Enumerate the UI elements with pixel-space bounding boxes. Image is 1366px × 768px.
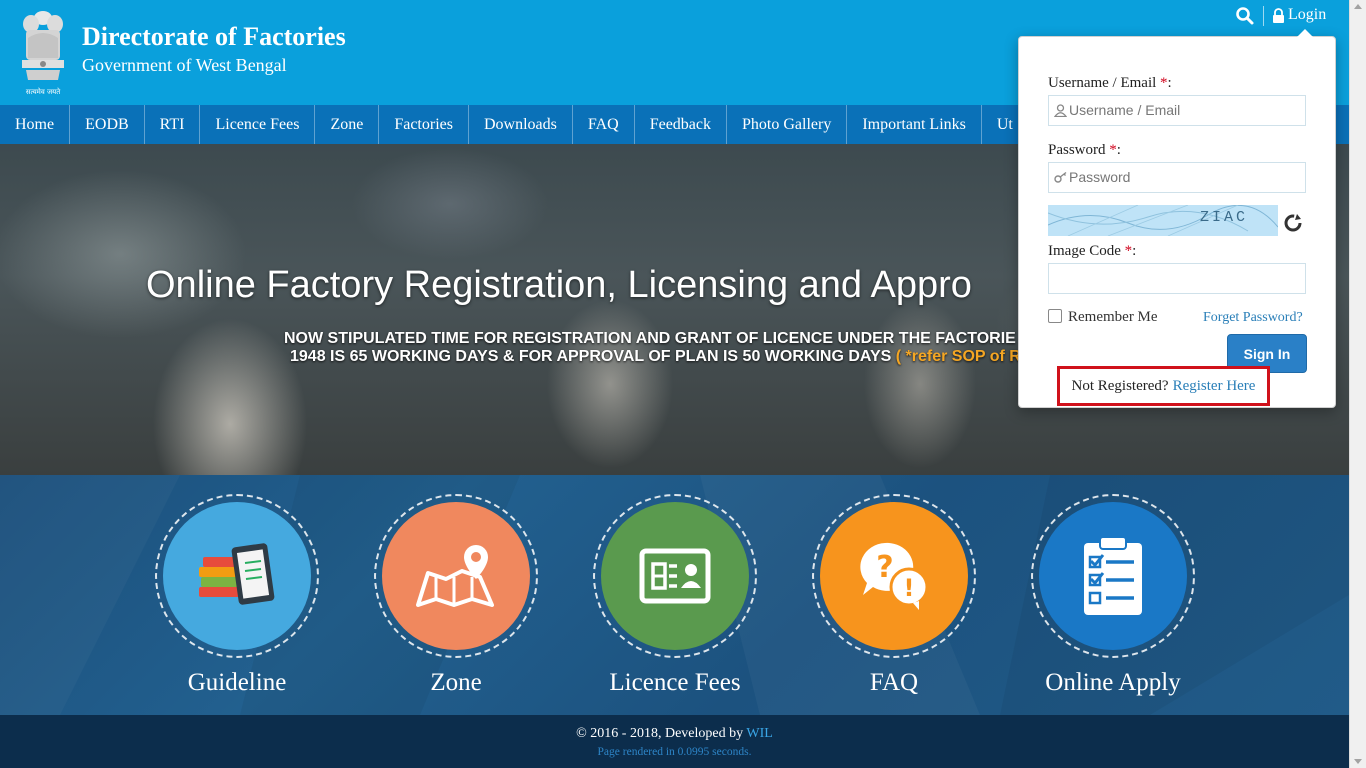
map-pin-icon <box>416 545 494 607</box>
nav-item-rti[interactable]: RTI <box>145 105 201 144</box>
feature-zone[interactable]: Zone <box>374 494 538 697</box>
feature-faq[interactable]: ? ! FAQ <box>812 494 976 697</box>
feature-guideline[interactable]: Guideline <box>155 494 319 697</box>
not-registered-text: Not Registered? <box>1071 377 1169 394</box>
site-title[interactable]: Directorate of Factories <box>82 22 346 52</box>
key-icon <box>1054 171 1067 183</box>
feature-ring <box>374 494 538 658</box>
feature-label: Licence Fees <box>609 669 741 696</box>
feature-label: Online Apply <box>1045 669 1181 696</box>
books-tablet-icon <box>199 543 275 605</box>
hero-notice-text: 1948 IS 65 WORKING DAYS & FOR APPROVAL O… <box>290 348 892 365</box>
copyright-label: © 2016 - 2018, Developed by <box>576 726 744 741</box>
captcha-image: ZIAC <box>1048 205 1278 236</box>
feature-licence-fees[interactable]: Licence Fees <box>593 494 757 697</box>
nav-item-photo-gallery[interactable]: Photo Gallery <box>727 105 848 144</box>
feature-online-apply[interactable]: Online Apply <box>1031 494 1195 697</box>
hero-title: Online Factory Registration, Licensing a… <box>146 264 972 306</box>
nav-item-downloads[interactable]: Downloads <box>469 105 573 144</box>
password-label: Password *: <box>1048 142 1121 158</box>
search-icon[interactable] <box>1235 6 1255 26</box>
licence-fees-circle <box>601 502 749 650</box>
feature-ring: ? ! <box>812 494 976 658</box>
username-field[interactable]: Username / Email <box>1048 95 1306 126</box>
scroll-down-arrow-icon[interactable] <box>1354 759 1362 764</box>
hero-sop-reference[interactable]: ( *refer SOP of R <box>896 348 1021 365</box>
scroll-up-arrow-icon[interactable] <box>1354 4 1362 9</box>
remember-me-label: Remember Me <box>1068 309 1158 325</box>
username-label: Username / Email *: <box>1048 75 1172 91</box>
emblem-motto: सत्यमेव जयते <box>26 87 61 96</box>
zone-circle <box>382 502 530 650</box>
hero-notice-line-1: NOW STIPULATED TIME FOR REGISTRATION AND… <box>284 330 1016 347</box>
svg-text:!: ! <box>904 574 915 602</box>
feature-ring <box>1031 494 1195 658</box>
login-toggle[interactable]: Login <box>1272 6 1326 24</box>
nav-item-factories[interactable]: Factories <box>379 105 469 144</box>
feature-ring <box>593 494 757 658</box>
feature-label: Guideline <box>187 669 287 696</box>
image-code-label: Image Code *: <box>1048 243 1137 259</box>
username-placeholder: Username / Email <box>1069 102 1181 118</box>
copyright-text: © 2016 - 2018, Developed by WIL <box>0 726 1349 742</box>
nav-item-feedback[interactable]: Feedback <box>635 105 727 144</box>
login-label: Login <box>1288 6 1327 23</box>
guideline-circle <box>163 502 311 650</box>
state-emblem-icon[interactable]: सत्यमेव जयते <box>14 8 72 98</box>
feature-section: Guideline Zone Licence Fees ? ! FAQ Onli… <box>0 475 1349 715</box>
image-code-field[interactable] <box>1048 263 1306 294</box>
developer-link[interactable]: WIL <box>746 726 772 741</box>
nav-item-faq[interactable]: FAQ <box>573 105 635 144</box>
id-card-icon <box>639 548 711 604</box>
hero-notice-line-2: 1948 IS 65 WORKING DAYS & FOR APPROVAL O… <box>290 348 1021 366</box>
login-dropdown: Username / Email *: Username / Email Pas… <box>1018 29 1336 408</box>
clipboard-checklist-icon <box>1084 536 1142 615</box>
question-chat-icon: ? ! <box>860 542 929 610</box>
feature-ring <box>155 494 319 658</box>
site-subtitle: Government of West Bengal <box>82 55 287 75</box>
nav-item-important-links[interactable]: Important Links <box>847 105 982 144</box>
register-here-link[interactable]: Register Here <box>1173 378 1256 395</box>
nav-item-eodb[interactable]: EODB <box>70 105 145 144</box>
scrollbar[interactable] <box>1349 0 1366 768</box>
register-prompt: Not Registered? Register Here <box>1057 366 1270 406</box>
remember-me[interactable]: Remember Me <box>1048 308 1158 326</box>
forget-password-link[interactable]: Forget Password? <box>1203 310 1303 326</box>
feature-label: FAQ <box>869 669 919 696</box>
lock-icon <box>1273 7 1284 23</box>
nav-item-zone[interactable]: Zone <box>315 105 380 144</box>
top-divider <box>1263 6 1264 26</box>
nav-item-home[interactable]: Home <box>0 105 71 144</box>
feature-label: Zone <box>430 669 482 696</box>
render-time: Page rendered in 0.0995 seconds. <box>597 746 752 758</box>
site-footer: © 2016 - 2018, Developed by WIL Page ren… <box>0 715 1349 768</box>
remember-me-checkbox[interactable] <box>1048 308 1062 323</box>
password-placeholder: Password <box>1069 169 1131 185</box>
password-field[interactable]: Password <box>1048 162 1306 193</box>
online-apply-circle <box>1039 502 1187 650</box>
refresh-captcha-icon[interactable] <box>1283 213 1303 233</box>
captcha-text: ZIAC <box>1200 209 1249 226</box>
nav-item-licence-fees[interactable]: Licence Fees <box>200 105 316 144</box>
user-icon <box>1054 104 1067 117</box>
faq-circle: ? ! <box>820 502 968 650</box>
